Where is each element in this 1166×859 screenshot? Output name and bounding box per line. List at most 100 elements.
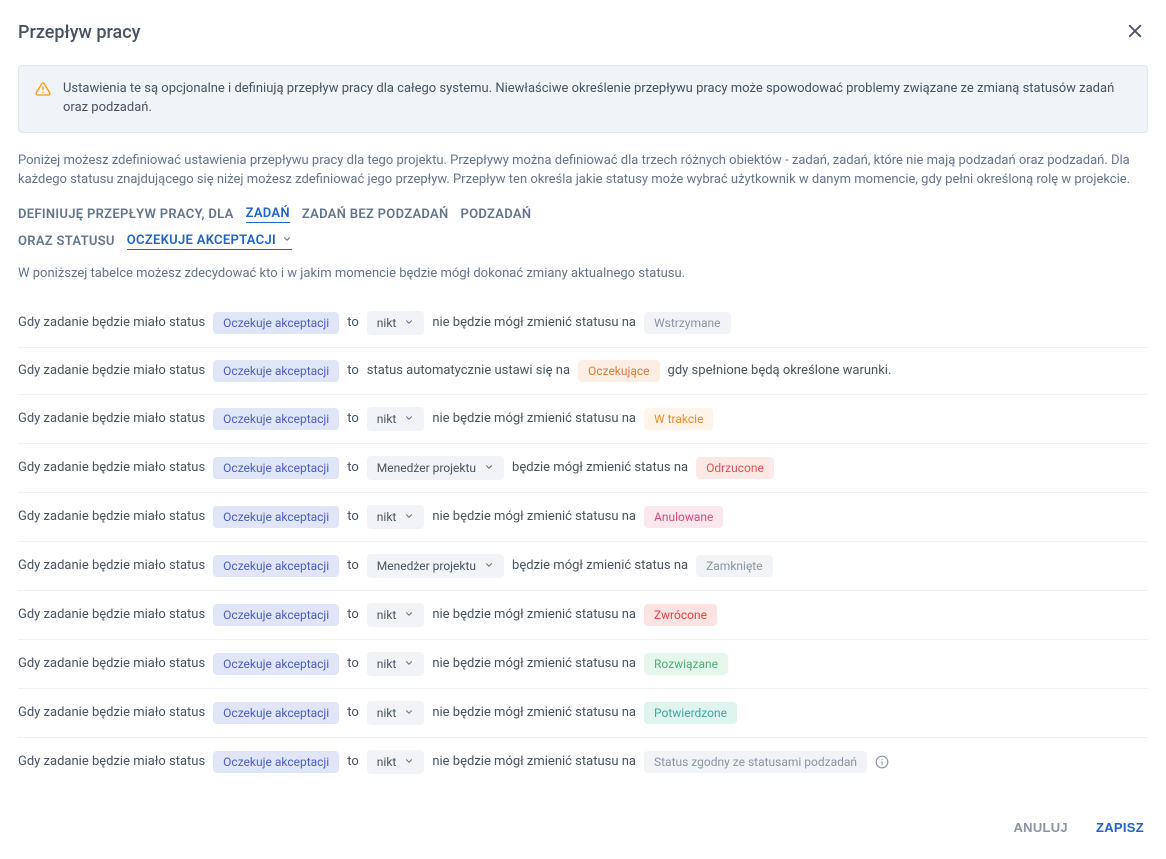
- tab-tasks[interactable]: ZADAŃ: [246, 206, 290, 223]
- rule-phrase: nie będzie mógł zmienić statusu na: [432, 411, 636, 426]
- rule-prefix: Gdy zadanie będzie miało status: [18, 363, 205, 378]
- rule-prefix: Gdy zadanie będzie miało status: [18, 754, 205, 769]
- role-select-value: nikt: [377, 316, 397, 330]
- target-status-badge: Anulowane: [644, 506, 723, 528]
- rule-row: Gdy zadanie będzie miało status Oczekuje …: [18, 493, 1148, 542]
- rule-to: to: [347, 315, 359, 330]
- status-dropdown[interactable]: OCZEKUJE AKCEPTACJI: [127, 233, 292, 250]
- target-status-badge: Zamknięte: [696, 555, 773, 577]
- status-label: ORAZ STATUSU: [18, 234, 115, 249]
- save-button[interactable]: ZAPISZ: [1092, 814, 1148, 841]
- modal-title: Przepływ pracy: [18, 22, 140, 43]
- source-status-badge: Oczekuje akceptacji: [213, 604, 339, 626]
- rule-to: to: [347, 460, 359, 475]
- role-select[interactable]: nikt: [367, 505, 425, 529]
- info-icon[interactable]: [875, 755, 889, 769]
- rule-to: to: [347, 411, 359, 426]
- modal-footer: ANULUJ ZAPISZ: [18, 786, 1148, 841]
- cancel-button[interactable]: ANULUJ: [1009, 814, 1072, 841]
- chevron-down-icon: [404, 510, 414, 524]
- tab-subtasks[interactable]: PODZADAŃ: [461, 207, 532, 222]
- target-status-badge: W trakcie: [644, 408, 713, 430]
- role-select-value: Menedżer projektu: [377, 461, 476, 475]
- role-select-value: nikt: [377, 706, 397, 720]
- rule-prefix: Gdy zadanie będzie miało status: [18, 315, 205, 330]
- role-select-value: nikt: [377, 657, 397, 671]
- source-status-badge: Oczekuje akceptacji: [213, 312, 339, 334]
- role-select-value: nikt: [377, 412, 397, 426]
- source-status-badge: Oczekuje akceptacji: [213, 408, 339, 430]
- rule-row: Gdy zadanie będzie miało status Oczekuje …: [18, 395, 1148, 444]
- rule-phrase: nie będzie mógł zmienić statusu na: [432, 607, 636, 622]
- rule-prefix: Gdy zadanie będzie miało status: [18, 411, 205, 426]
- source-status-badge: Oczekuje akceptacji: [213, 751, 339, 773]
- rule-prefix: Gdy zadanie będzie miało status: [18, 558, 205, 573]
- role-select[interactable]: nikt: [367, 603, 425, 627]
- target-status-badge: Wstrzymane: [644, 312, 731, 334]
- rule-prefix: Gdy zadanie będzie miało status: [18, 705, 205, 720]
- chevron-down-icon: [404, 706, 414, 720]
- rule-phrase: nie będzie mógł zmienić statusu na: [432, 656, 636, 671]
- warning-alert: Ustawienia te są opcjonalne i definiują …: [18, 65, 1148, 133]
- object-selector-row: DEFINIUJĘ PRZEPŁYW PRACY, DLA ZADAŃ ZADA…: [18, 206, 1148, 223]
- rule-to: to: [347, 558, 359, 573]
- rule-row: Gdy zadanie będzie miało status Oczekuje …: [18, 348, 1148, 395]
- rule-phrase: nie będzie mógł zmienić statusu na: [432, 509, 636, 524]
- rule-prefix: Gdy zadanie będzie miało status: [18, 656, 205, 671]
- modal-header: Przepływ pracy: [18, 18, 1148, 47]
- rule-row: Gdy zadanie będzie miało status Oczekuje …: [18, 738, 1148, 786]
- close-button[interactable]: [1122, 18, 1148, 47]
- target-status-badge: Rozwiązane: [644, 653, 728, 675]
- description-text: Poniżej możesz zdefiniować ustawienia pr…: [18, 151, 1148, 190]
- role-select-value: nikt: [377, 755, 397, 769]
- rules-list: Gdy zadanie będzie miało status Oczekuje …: [18, 299, 1148, 786]
- chevron-down-icon: [404, 755, 414, 769]
- source-status-badge: Oczekuje akceptacji: [213, 506, 339, 528]
- role-select[interactable]: nikt: [367, 701, 425, 725]
- rule-row: Gdy zadanie będzie miało status Oczekuje …: [18, 640, 1148, 689]
- warning-icon: [35, 81, 51, 101]
- rule-auto-post: gdy spełnione będą określone warunki.: [668, 363, 892, 378]
- source-status-badge: Oczekuje akceptacji: [213, 555, 339, 577]
- rule-phrase: nie będzie mógł zmienić statusu na: [432, 754, 636, 769]
- role-select[interactable]: nikt: [367, 652, 425, 676]
- rule-row: Gdy zadanie będzie miało status Oczekuje …: [18, 542, 1148, 591]
- workflow-modal: Przepływ pracy Ustawienia te są opcjonal…: [0, 0, 1166, 859]
- rule-to: to: [347, 705, 359, 720]
- rule-row: Gdy zadanie będzie miało status Oczekuje …: [18, 299, 1148, 348]
- source-status-badge: Oczekuje akceptacji: [213, 360, 339, 382]
- status-dropdown-value: OCZEKUJE AKCEPTACJI: [127, 233, 276, 248]
- role-select[interactable]: Menedżer projektu: [367, 456, 504, 480]
- rule-to: to: [347, 754, 359, 769]
- rule-phrase: będzie mógł zmienić status na: [512, 460, 688, 475]
- source-status-badge: Oczekuje akceptacji: [213, 702, 339, 724]
- role-select[interactable]: nikt: [367, 750, 425, 774]
- status-selector-row: ORAZ STATUSU OCZEKUJE AKCEPTACJI: [18, 233, 1148, 250]
- rule-row: Gdy zadanie będzie miało statusOczekuje …: [18, 591, 1148, 640]
- rule-phrase: nie będzie mógł zmienić statusu na: [432, 705, 636, 720]
- role-select[interactable]: nikt: [367, 311, 425, 335]
- chevron-down-icon: [484, 559, 494, 573]
- role-select-value: nikt: [377, 510, 397, 524]
- chevron-down-icon: [404, 316, 414, 330]
- rule-prefix: Gdy zadanie będzie miało status: [18, 460, 205, 475]
- rule-row: Gdy zadanie będzie miało status Oczekuje …: [18, 689, 1148, 738]
- rule-phrase: nie będzie mógł zmienić statusu na: [432, 315, 636, 330]
- target-status-badge: Potwierdzone: [644, 702, 737, 724]
- rule-to: to: [347, 607, 359, 622]
- define-label: DEFINIUJĘ PRZEPŁYW PRACY, DLA: [18, 207, 234, 222]
- source-status-badge: Oczekuje akceptacji: [213, 653, 339, 675]
- rule-prefix: Gdy zadanie będzie miało status: [18, 509, 205, 524]
- rule-to: to: [347, 363, 359, 378]
- rule-to: to: [347, 656, 359, 671]
- tab-tasks-no-subtasks[interactable]: ZADAŃ BEZ PODZADAŃ: [302, 207, 449, 222]
- chevron-down-icon: [404, 657, 414, 671]
- target-status-badge: Oczekujące: [578, 360, 660, 382]
- role-select-value: nikt: [377, 608, 397, 622]
- target-status-badge: Odrzucone: [696, 457, 774, 479]
- role-select-value: Menedżer projektu: [377, 559, 476, 573]
- chevron-down-icon: [282, 233, 292, 248]
- role-select[interactable]: Menedżer projektu: [367, 554, 504, 578]
- role-select[interactable]: nikt: [367, 407, 425, 431]
- target-status-badge: Status zgodny ze statusami podzadań: [644, 751, 867, 773]
